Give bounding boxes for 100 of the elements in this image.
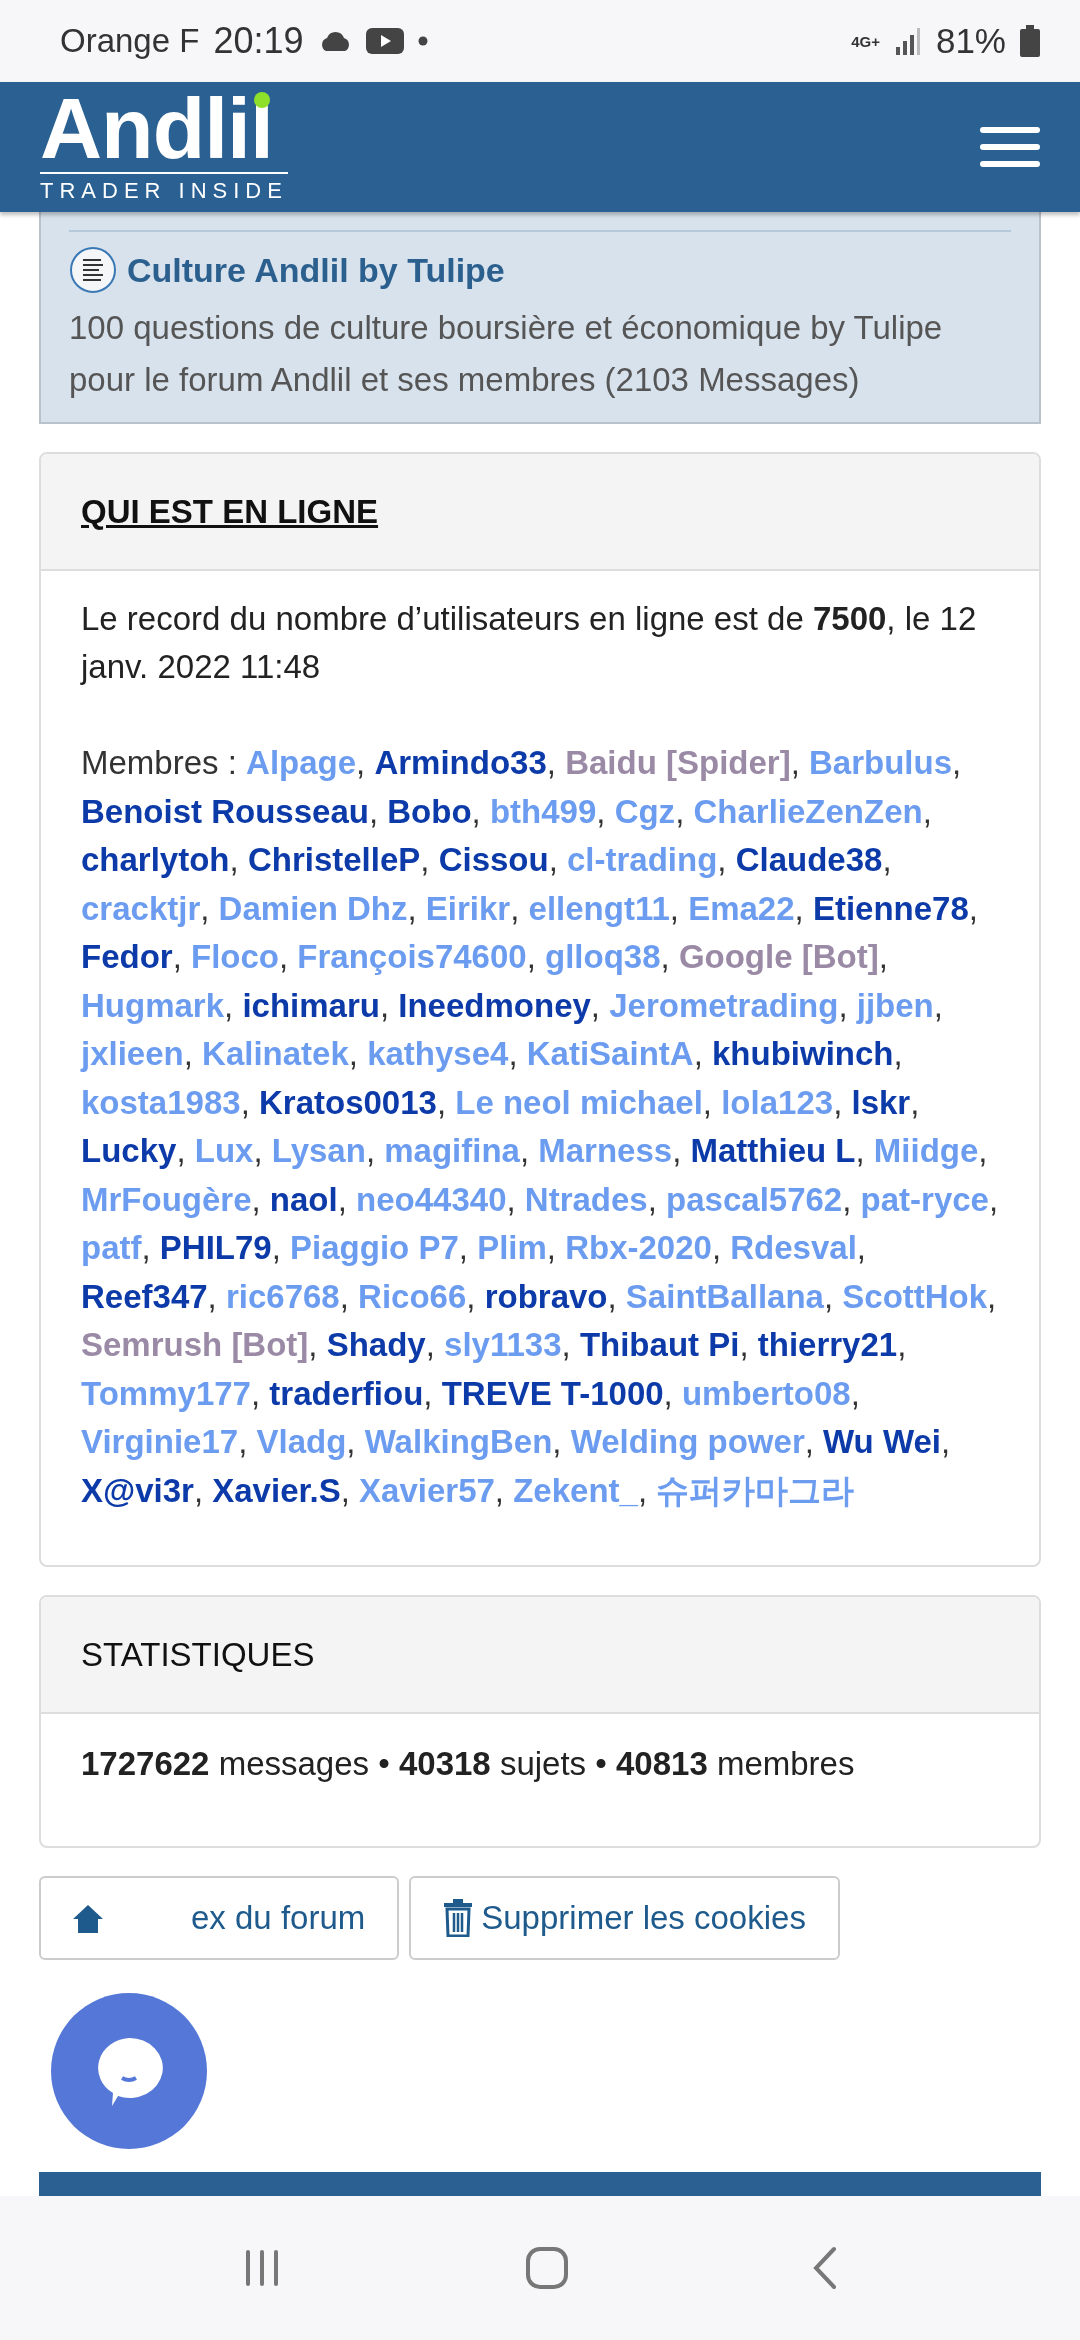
member-link[interactable]: Miidge [873,1132,979,1169]
separator: , [271,1229,281,1266]
member-link[interactable]: kathyse4 [367,1035,509,1072]
member-link[interactable]: Semrush [Bot] [81,1326,309,1363]
member-link[interactable]: Ntrades [524,1180,648,1218]
member-link[interactable]: Matthieu L [690,1132,856,1169]
member-link[interactable]: WalkingBen [364,1423,553,1460]
member-link[interactable]: robravo [484,1277,608,1315]
member-link[interactable]: magifina [384,1132,520,1169]
member-link[interactable]: KatiSaintA [526,1035,694,1072]
battery-percent: 81% [935,21,1006,61]
member-link[interactable]: Cgz [614,792,676,830]
section-heading: STATISTIQUES [81,1635,315,1674]
separator: , [561,1326,571,1363]
member-link[interactable]: SaintBallana [625,1277,824,1315]
member-link[interactable]: Ineedmoney [398,986,591,1024]
member-link[interactable]: lola123 [721,1083,834,1121]
member-link[interactable]: Rdesval [730,1229,857,1266]
member-link[interactable]: patf [81,1229,142,1266]
member-link[interactable]: Hugmark [81,986,225,1024]
member-link[interactable]: Benoist Rousseau [81,792,369,830]
back-icon[interactable] [812,2246,839,2290]
member-link[interactable]: Lysan [271,1132,366,1169]
member-link[interactable]: Thibaut Pi [579,1326,740,1363]
member-link[interactable]: Wu Wei [823,1423,941,1460]
member-link[interactable]: umberto08 [681,1374,851,1412]
separator: , [546,1229,556,1266]
member-link[interactable]: Damien Dhz [218,889,408,927]
member-link[interactable]: Rico66 [358,1277,467,1315]
member-link[interactable]: lskr [851,1083,911,1121]
member-link[interactable]: ric6768 [225,1277,340,1315]
member-link[interactable]: Eirikr [425,889,511,927]
member-link[interactable]: Kratos0013 [258,1083,437,1121]
member-link[interactable]: MrFougère [81,1180,252,1218]
member-link[interactable]: Ema22 [688,889,795,927]
forum-title[interactable]: Culture Andlil by Tulipe [127,250,505,290]
member-link[interactable]: CharlieZenZen [693,792,923,830]
member-link[interactable]: Lux [194,1132,254,1169]
menu-icon[interactable] [980,127,1040,167]
member-link[interactable]: 슈퍼카마그라 [656,1471,855,1509]
member-link[interactable]: charlytoh [81,841,230,878]
member-link[interactable]: Xavier57 [359,1471,495,1509]
member-link[interactable]: jjben [856,986,934,1024]
member-link[interactable]: PHIL79 [159,1229,272,1266]
separator: , [893,1035,903,1072]
member-link[interactable]: neo44340 [356,1180,507,1218]
member-link[interactable]: bth499 [489,792,597,830]
member-link[interactable]: Zekent_ [513,1471,638,1509]
member-link[interactable]: Google [Bot] [678,938,879,975]
separator: , [238,1423,248,1460]
video-icon [365,28,404,54]
member-link[interactable]: Armindo33 [374,744,547,781]
member-link[interactable]: Rbx-2020 [565,1229,712,1266]
home-icon[interactable] [525,2246,569,2290]
member-link[interactable]: Welding power [570,1423,805,1460]
delete-cookies-button[interactable]: Supprimer les cookies [409,1876,840,1960]
member-link[interactable]: glloq38 [545,938,661,975]
member-link[interactable]: X@vi3r [81,1471,194,1509]
member-link[interactable]: cl-trading [567,841,718,878]
separator: , [240,1083,250,1121]
member-link[interactable]: ChristelleP [247,841,421,878]
member-link[interactable]: Tommy177 [81,1374,251,1412]
member-link[interactable]: khubiwinch [711,1035,894,1072]
member-link[interactable]: Claude38 [735,841,883,878]
member-link[interactable]: Reef347 [81,1277,208,1315]
member-link[interactable]: Plim [477,1229,547,1266]
member-link[interactable]: Jerometrading [609,986,839,1024]
member-link[interactable]: François74600 [297,938,527,975]
member-link[interactable]: ellengt11 [528,889,670,927]
member-link[interactable]: Bobo [387,792,472,830]
member-link[interactable]: Piaggio P7 [290,1229,459,1266]
member-link[interactable]: Shady [326,1326,426,1363]
member-link[interactable]: cracktjr [81,889,201,927]
member-link[interactable]: pat-ryce [860,1180,989,1218]
member-link[interactable]: Barbulus [809,744,953,781]
member-link[interactable]: jxlieen [81,1035,184,1072]
member-link[interactable]: thierry21 [757,1326,898,1363]
member-link[interactable]: sly1133 [444,1326,562,1363]
member-link[interactable]: traderfiou [269,1374,424,1412]
member-link[interactable]: Floco [191,938,279,975]
member-link[interactable]: ichimaru [242,986,380,1024]
member-link[interactable]: naol [269,1180,338,1218]
member-link[interactable]: Alpage [246,744,357,781]
member-link[interactable]: TREVE T-1000 [441,1374,664,1412]
member-link[interactable]: Lucky [81,1132,177,1169]
member-link[interactable]: Baidu [Spider] [565,744,791,781]
member-link[interactable]: Etienne78 [812,889,969,927]
member-link[interactable]: Xavier.S [212,1471,341,1509]
member-link[interactable]: Fedor [81,938,173,975]
member-link[interactable]: Cissou [438,841,549,878]
forum-index-button[interactable]: ex du forum [39,1876,400,1960]
member-link[interactable]: kosta1983 [81,1083,241,1121]
separator: , [596,792,606,830]
member-link[interactable]: pascal5762 [666,1180,843,1218]
member-link[interactable]: Le neol michael [455,1083,703,1121]
member-link[interactable]: Virginie17 [81,1423,239,1460]
member-link[interactable]: Marness [538,1132,673,1169]
member-link[interactable]: ScottHok [842,1277,988,1315]
member-link[interactable]: Vladg [256,1423,347,1460]
member-link[interactable]: Kalinatek [202,1035,349,1072]
